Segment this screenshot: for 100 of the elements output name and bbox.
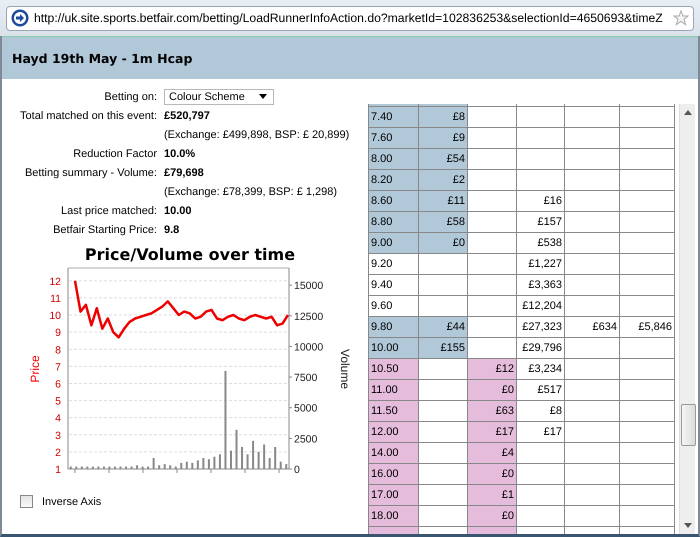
field-label: Betting summary - Volume:	[24, 166, 157, 178]
volume-bar	[208, 459, 210, 469]
checkbox-label: Inverse Axis	[42, 496, 102, 508]
amount-cell-text: £0	[500, 468, 514, 480]
volume-bar	[169, 465, 172, 469]
volume-axis-label: Volume	[338, 348, 352, 390]
scrollbar[interactable]	[679, 104, 695, 534]
price-cell-text: 9.20	[371, 258, 394, 270]
price-tick: 11	[50, 292, 61, 305]
price-tick: 8	[55, 344, 61, 356]
price-cell-text: 7.40	[371, 111, 394, 123]
field-label: Betting on:	[103, 90, 157, 102]
volume-tick: 10000	[294, 341, 324, 354]
volume-tick: 15000	[294, 280, 324, 292]
event-title: Hayd 19th May - 1m Hcap	[12, 50, 192, 66]
amount-cell-text: £8	[548, 405, 562, 417]
star-icon[interactable]	[673, 10, 689, 26]
price-tick: 7	[55, 361, 61, 374]
price-cell-text: 9.80	[371, 321, 394, 333]
volume-bar	[246, 454, 249, 469]
volume-bar	[241, 446, 244, 469]
volume-bar	[174, 466, 177, 469]
volume-bar	[268, 458, 271, 469]
amount-cell-text: £17	[542, 426, 562, 438]
volume-bar	[152, 458, 155, 469]
field-label: Last price matched:	[60, 204, 157, 216]
amount-cell-text: £11	[446, 195, 465, 207]
price-cell-text: 11.50	[371, 405, 399, 417]
field-label: Betfair Starting Price:	[52, 224, 157, 236]
price-tick: 9	[55, 327, 61, 340]
amount-cell-text: £4	[500, 447, 514, 459]
volume-bar	[75, 466, 78, 469]
amount-cell-text: £54	[446, 153, 465, 165]
volume-bar	[97, 466, 100, 469]
field-label: Reduction Factor	[72, 148, 157, 160]
amount-cell-text: £12,204	[521, 300, 562, 312]
volume-bar	[186, 462, 188, 469]
volume-bar	[180, 462, 182, 469]
amount-cell-text: £16	[542, 195, 562, 207]
volume-bar	[202, 458, 204, 469]
amount-cell-text: £9	[452, 132, 465, 144]
amount-cell-text: £0	[500, 384, 514, 396]
amount-cell-text: £1,227	[527, 258, 562, 270]
amount-cell-text: £0	[500, 510, 514, 522]
volume-bar	[213, 456, 216, 469]
amount-cell-text: £44	[446, 321, 465, 333]
amount-cell-text: £2	[452, 174, 465, 186]
price-cell-text: 9.00	[371, 237, 394, 249]
amount-cell-text: £1	[500, 489, 514, 501]
chart-title: Price/Volume over time	[84, 245, 296, 264]
amount-cell-text: £517	[536, 384, 562, 396]
volume-bar	[108, 466, 110, 469]
colour-scheme-dropdown[interactable]: Colour Scheme	[164, 88, 274, 104]
amount-cell-text: £63	[494, 405, 514, 417]
price-cell-text: 7.60	[371, 132, 394, 144]
volume-bar	[147, 466, 150, 469]
amount-cell-text: £157	[536, 216, 562, 228]
volume-bar	[274, 446, 276, 469]
volume-tick: 5000	[294, 402, 318, 415]
address-bar[interactable]: http://uk.site.sports.betfair.com/betting/LoadRunnerInfoAction.do?marketId=102836253&selectionId=4650693&timeZ	[6, 6, 694, 30]
price-cell-text: 11.00	[371, 384, 399, 396]
scroll-up-icon[interactable]	[684, 110, 692, 115]
volume-bar	[252, 440, 254, 469]
field-value: 10.00	[164, 204, 192, 216]
field-label: Total matched on this event:	[19, 110, 157, 122]
price-tick: 2	[55, 446, 61, 459]
volume-bar	[258, 452, 260, 469]
field-value: £79,698	[164, 166, 204, 178]
volume-bar	[158, 465, 160, 469]
price-cell-text: 9.60	[371, 300, 394, 312]
amount-cell-text: £155	[440, 342, 465, 354]
volume-bar	[218, 454, 221, 469]
amount-cell-text: £17	[494, 426, 514, 438]
price-cell-text: 14.00	[371, 447, 400, 459]
volume-bar	[114, 466, 116, 469]
caret-icon	[259, 94, 267, 99]
volume-bar	[80, 466, 83, 469]
price-cell-text: 9.40	[371, 279, 394, 291]
breakdown-note: (Exchange: £499,898, BSP: £ 20,899)	[164, 128, 350, 140]
price-axis-label: Price	[28, 355, 42, 383]
amount-cell-text: £538	[536, 237, 562, 249]
amount-cell-text: £0	[452, 237, 465, 249]
url-text: http://uk.site.sports.betfair.com/betting/LoadRunnerInfoAction.do?marketId=102836253&selectionId=4650693&timeZ	[34, 11, 664, 25]
inverse-axis-checkbox[interactable]	[20, 495, 33, 508]
scroll-thumb[interactable]	[681, 404, 696, 446]
volume-bar	[102, 466, 105, 469]
volume-bar	[130, 466, 133, 469]
volume-tick: 0	[294, 464, 300, 476]
scroll-down-icon[interactable]	[684, 523, 692, 528]
price-cell-text: 10.00	[371, 342, 400, 354]
price-tick: 5	[55, 396, 61, 408]
volume-bar	[263, 444, 266, 469]
price-tick: 4	[55, 412, 61, 425]
amount-cell-text: £29,796	[521, 342, 562, 354]
volume-bar	[70, 466, 72, 469]
amount-cell-text: £8	[452, 111, 465, 123]
volume-bar	[196, 460, 199, 469]
price-cell-text: 8.80	[371, 216, 394, 228]
volume-tick: 12500	[294, 310, 324, 323]
amount-cell-text: £3,363	[527, 279, 562, 291]
